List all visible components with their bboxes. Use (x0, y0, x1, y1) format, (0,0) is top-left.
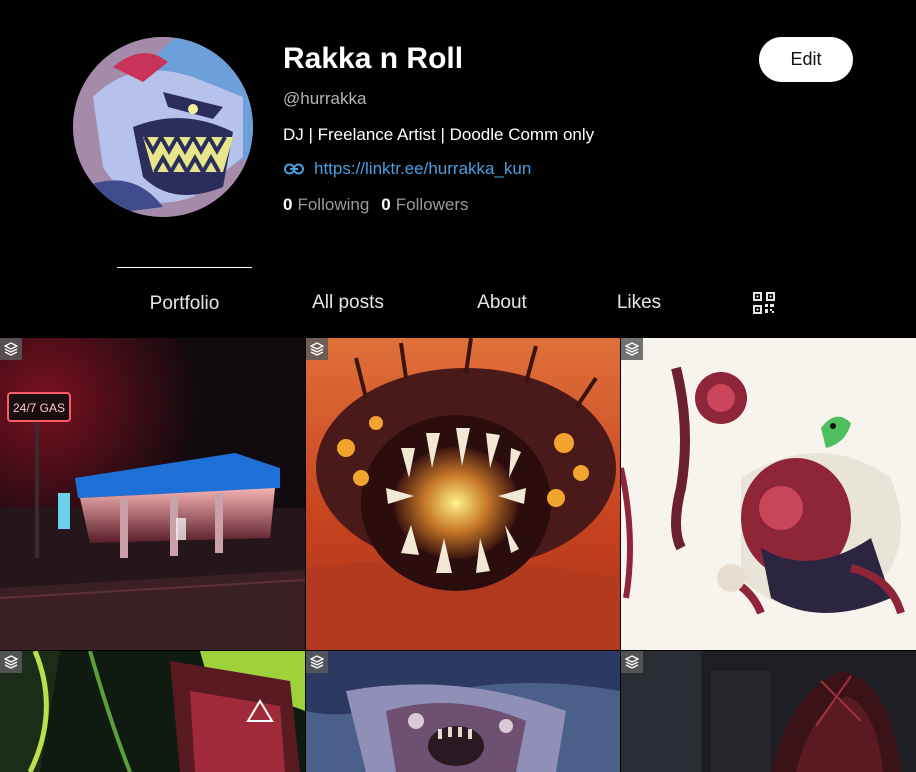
following-label: Following (297, 195, 370, 214)
layers-icon (0, 651, 22, 673)
link-icon (283, 158, 305, 180)
followers-count: 0 (381, 195, 391, 214)
profile-info: Rakka n Roll @hurrakka DJ | Freelance Ar… (283, 40, 723, 216)
profile-bio: DJ | Freelance Artist | Doodle Comm only (283, 125, 595, 144)
gas-station-artwork: 24/7 GAS (0, 338, 305, 650)
portfolio-item[interactable] (621, 651, 916, 772)
followers-label: Followers (395, 195, 469, 214)
portfolio-item[interactable]: 24/7 GAS (0, 338, 305, 650)
gas-sign-text: 24/7 GAS (13, 401, 65, 415)
blue-creature-artwork (306, 651, 620, 772)
profile-page: Rakka n Roll @hurrakka DJ | Freelance Ar… (0, 0, 916, 772)
portfolio-item[interactable] (621, 338, 916, 650)
tab-all-posts[interactable]: All posts (292, 267, 404, 339)
edit-profile-button[interactable]: Edit (759, 37, 853, 82)
layers-icon (306, 338, 328, 360)
following-stat[interactable]: 0 Following (283, 194, 369, 216)
profile-handle: @hurrakka (283, 89, 367, 108)
sandworm-artwork (306, 338, 620, 650)
followers-stat[interactable]: 0 Followers (381, 194, 468, 216)
avatar-art (73, 37, 253, 217)
layers-icon (306, 651, 328, 673)
profile-stats: 0 Following 0 Followers (283, 194, 723, 216)
portfolio-item[interactable] (0, 651, 305, 772)
creature-design-artwork (621, 338, 916, 650)
green-vines-artwork (0, 651, 305, 772)
profile-avatar[interactable] (73, 37, 253, 217)
layers-icon (621, 338, 643, 360)
following-count: 0 (283, 195, 293, 214)
layers-icon (0, 338, 22, 360)
profile-tabs: Portfolio All posts About Likes (0, 267, 916, 339)
dark-figure-artwork (621, 651, 916, 772)
profile-link-row: https://linktr.ee/hurrakka_kun (283, 158, 723, 180)
tab-portfolio[interactable]: Portfolio (117, 267, 252, 339)
portfolio-item[interactable] (306, 338, 620, 650)
tab-likes[interactable]: Likes (600, 267, 678, 339)
layers-icon (621, 651, 643, 673)
qr-code-icon[interactable] (744, 267, 784, 339)
portfolio-item[interactable] (306, 651, 620, 772)
profile-name: Rakka n Roll (283, 42, 464, 75)
profile-link[interactable]: https://linktr.ee/hurrakka_kun (314, 158, 531, 180)
tab-about[interactable]: About (458, 267, 546, 339)
portfolio-grid: 24/7 GAS (0, 338, 916, 772)
